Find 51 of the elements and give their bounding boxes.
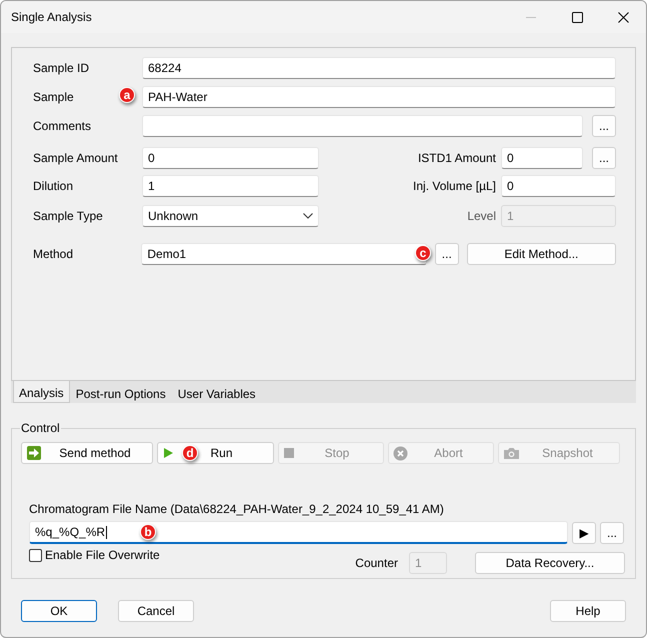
minimize-icon	[526, 16, 536, 18]
preview-button[interactable]: ▶	[572, 522, 596, 544]
help-button[interactable]: Help	[550, 600, 626, 622]
field-label: Sample ID	[33, 61, 90, 75]
browse-button[interactable]: ...	[434, 243, 459, 265]
input-field[interactable]: 0	[142, 147, 319, 169]
input-field[interactable]: 0	[501, 175, 616, 197]
field-label: ISTD1 Amount	[418, 151, 497, 165]
callout-marker: c	[415, 245, 431, 261]
camera-icon	[503, 446, 520, 460]
send-button[interactable]: Send method	[21, 442, 153, 464]
checkbox-box[interactable]	[29, 548, 42, 562]
field-label: Counter	[355, 556, 398, 570]
input-field[interactable]: PAH-Water	[142, 86, 616, 108]
field-label: Sample Type	[33, 209, 103, 223]
edit-method-button[interactable]: Edit Method...	[466, 243, 616, 265]
callout-marker: d	[182, 445, 198, 461]
tab[interactable]: User Variables	[172, 383, 262, 403]
tab[interactable]: Analysis	[13, 381, 70, 403]
field-label: Inj. Volume [µL]	[413, 179, 497, 193]
field-label: Method	[33, 247, 74, 261]
tab[interactable]: Post-run Options	[70, 383, 172, 403]
browse-button[interactable]: ...	[600, 522, 624, 544]
cancel-icon	[393, 446, 408, 460]
ok-button[interactable]: OK	[21, 600, 97, 622]
maximize-icon	[572, 12, 582, 22]
play-icon	[162, 447, 174, 459]
browse-button[interactable]: ...	[592, 147, 616, 169]
cancel-button[interactable]: Cancel	[118, 600, 194, 622]
field-label: Sample	[33, 90, 74, 104]
chevron-icon	[303, 213, 313, 219]
input-field[interactable]: 1	[142, 175, 319, 197]
data-recovery-button[interactable]: Data Recovery...	[475, 552, 625, 574]
input-field[interactable]: 68224	[142, 57, 616, 79]
browse-button[interactable]: ...	[592, 115, 616, 137]
stop-icon	[283, 447, 295, 459]
input-field[interactable]: 0	[501, 147, 583, 169]
field-label: Level	[467, 209, 497, 223]
send-icon	[26, 445, 42, 461]
close-icon	[618, 12, 628, 22]
run-button[interactable]: d Run	[157, 442, 274, 464]
field-label: Sample Amount	[33, 151, 118, 165]
window-title: Single Analysis	[11, 10, 93, 24]
input-field[interactable]	[142, 115, 583, 137]
callout-marker: a	[119, 87, 135, 103]
field-label: Dilution	[33, 179, 74, 193]
overwrite-checkbox[interactable]: Enable File Overwrite	[29, 548, 160, 562]
group-title: Control	[20, 421, 61, 435]
dropdown[interactable]: Unknown	[142, 205, 319, 227]
field-label: Comments	[33, 119, 92, 133]
field-label: Chromatogram File Name (Data\68224_PAH-Water_9_2_2024 10_59_41 AM)	[28, 502, 445, 516]
